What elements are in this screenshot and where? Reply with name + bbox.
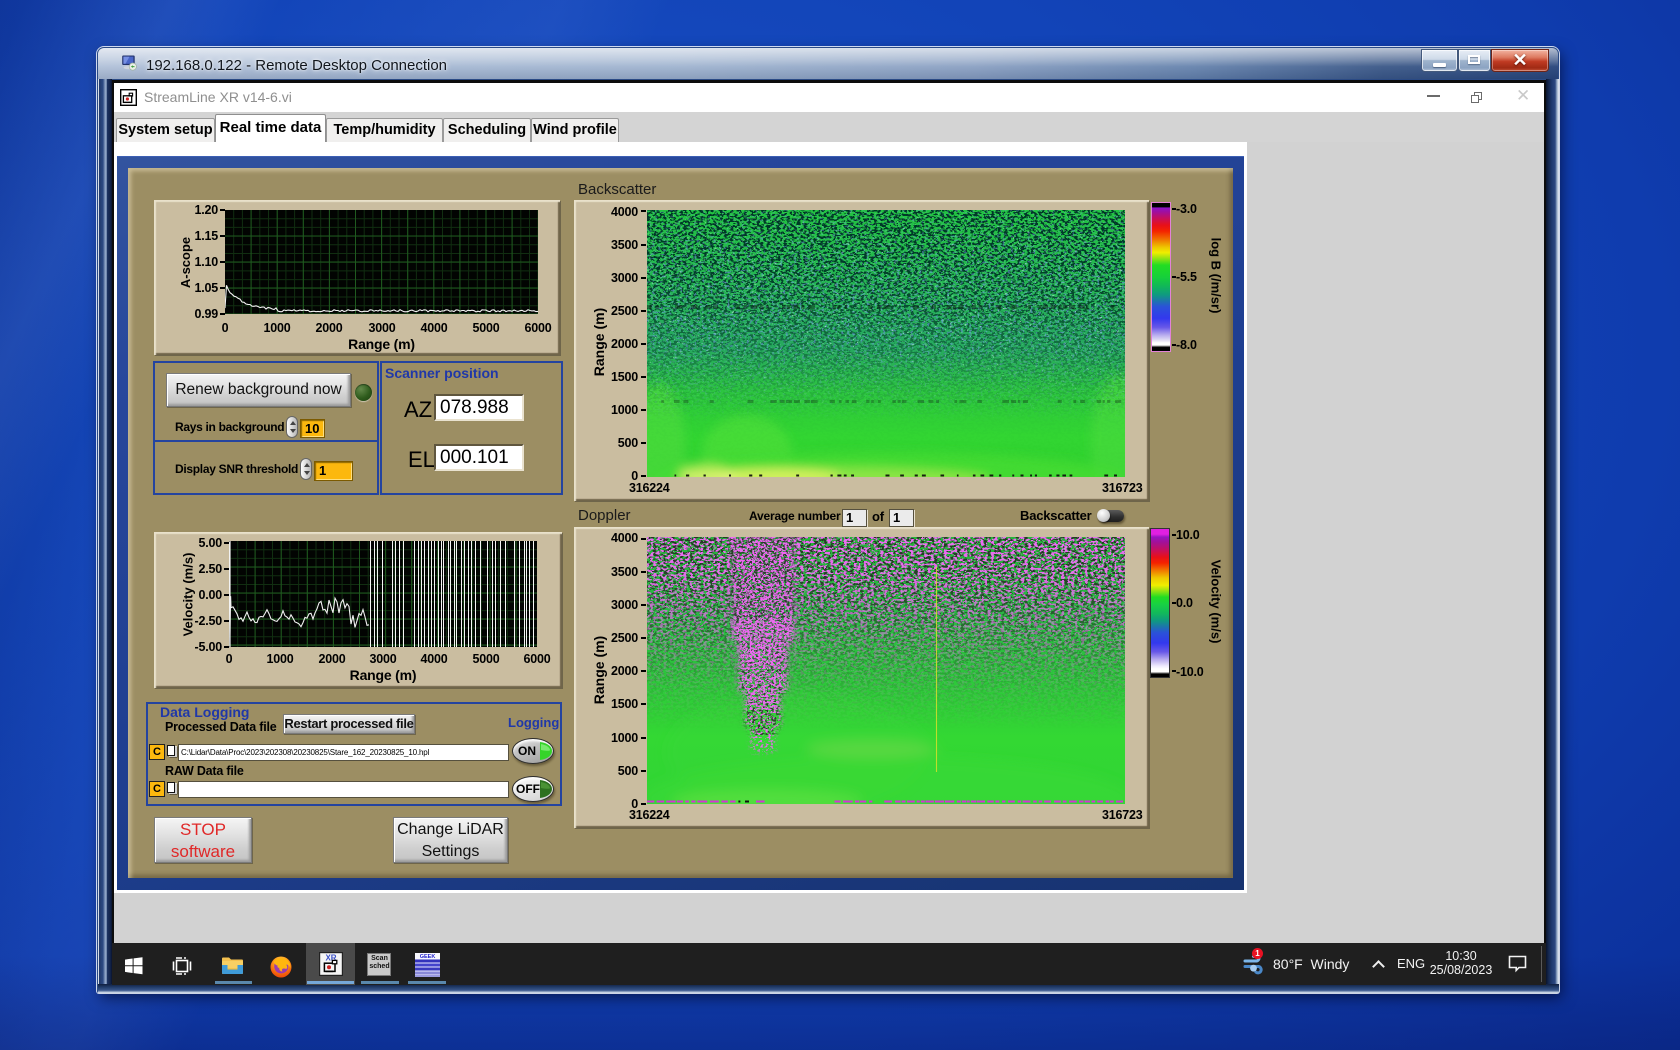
- svg-text:GEEK: GEEK: [420, 954, 436, 960]
